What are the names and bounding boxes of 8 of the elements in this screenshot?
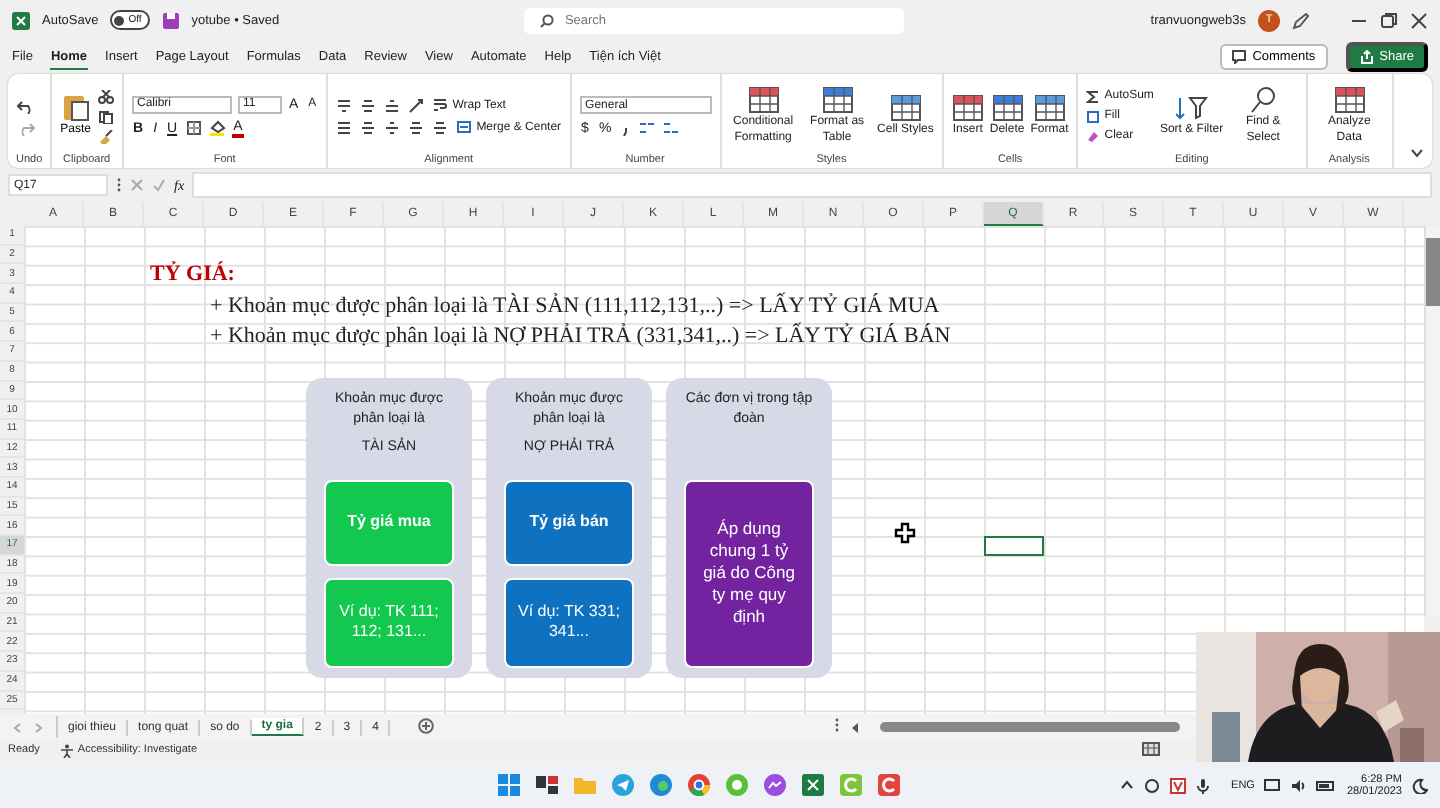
diagram-box: Tỷ giá mua	[324, 479, 454, 566]
bullet-line: + Khoản mục được phân loại là NỢ PHẢI TRẢ (331,341,..) => LẤY TỶ GIÁ BÁN	[210, 322, 951, 352]
diagram-box: Ví dụ: TK 331; 341...	[504, 577, 634, 668]
diagram-box: Ví dụ: TK 111; 112; 131...	[324, 577, 454, 668]
bullet-line: + Khoản mục được phân loại là TÀI SẢN (111,112,131,..) => LẤY TỶ GIÁ MUA	[210, 292, 940, 322]
diagram-box: Áp dụng chung 1 tỷ giá do Công ty mẹ quy định	[684, 479, 814, 668]
sheet-heading: TỶ GIÁ:	[150, 262, 235, 286]
diagram-box: Tỷ giá bán	[504, 479, 634, 566]
